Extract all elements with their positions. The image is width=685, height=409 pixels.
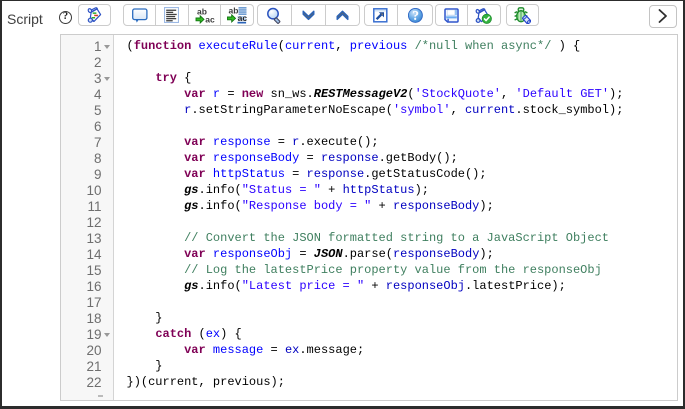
svg-text:?: ? — [412, 8, 419, 23]
svg-text:ac: ac — [205, 14, 215, 24]
svg-text:ac: ac — [238, 13, 247, 23]
